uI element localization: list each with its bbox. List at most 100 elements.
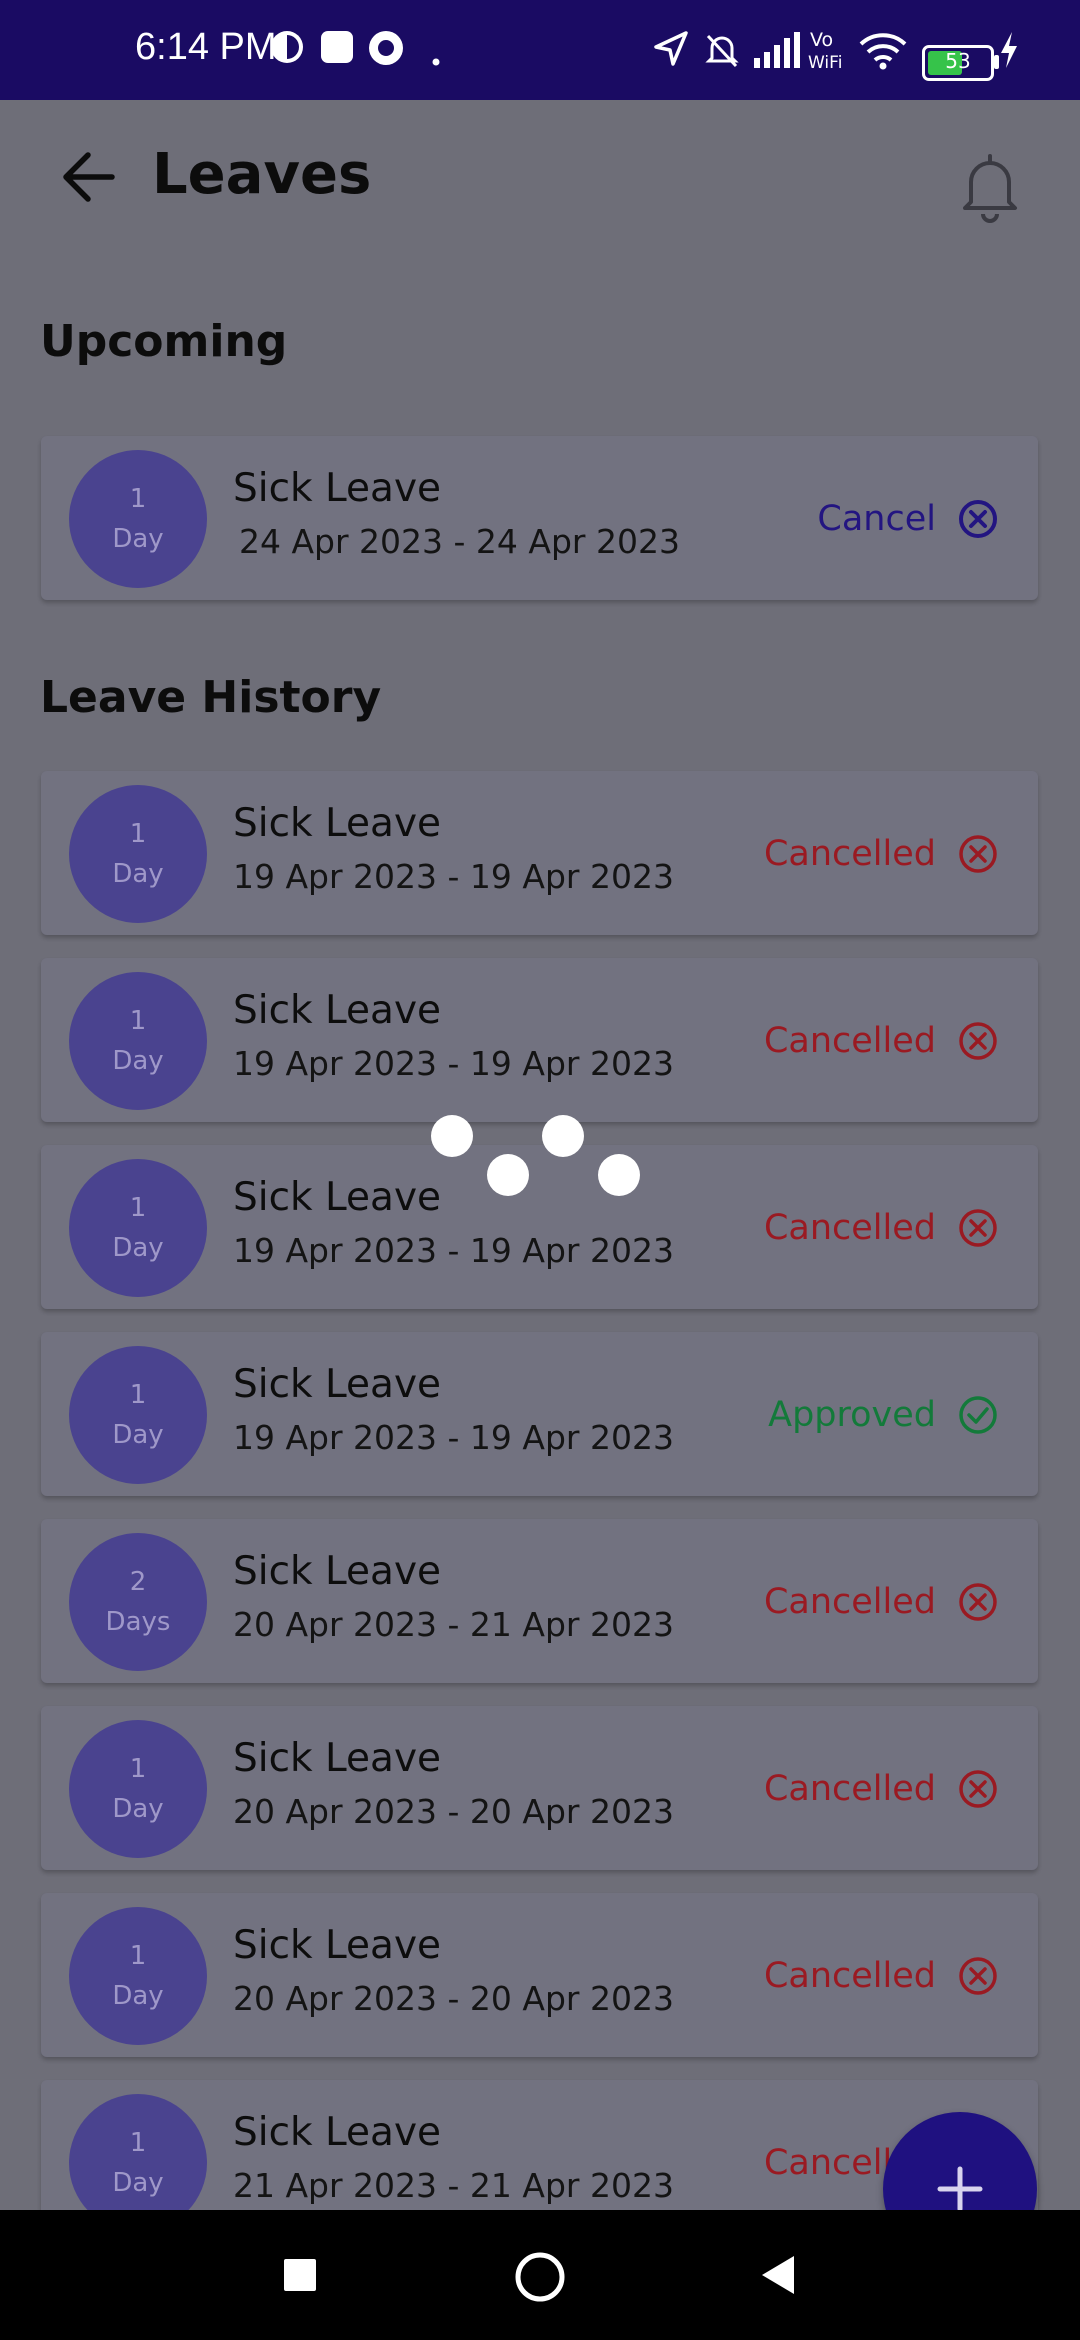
cancel-leave-button[interactable]: Cancel [817, 496, 998, 542]
leave-status: Cancelled [764, 1205, 998, 1251]
section-history-title: Leave History [40, 672, 382, 723]
leave-type: Sick Leave [233, 466, 442, 511]
leave-dates: 20 Apr 2023 - 20 Apr 2023 [233, 1792, 674, 1831]
leave-type: Sick Leave [233, 801, 442, 846]
leave-dates: 20 Apr 2023 - 20 Apr 2023 [233, 1979, 674, 2018]
leave-duration-count: 2 [129, 1567, 147, 1597]
leave-type: Sick Leave [233, 1736, 442, 1781]
leave-duration-badge: 1 Day [69, 972, 207, 1110]
back-arrow-icon[interactable] [50, 142, 130, 212]
leave-status-label: Approved [768, 1395, 936, 1435]
status-bar: 6:14 PM Vo WiFi 53 [0, 0, 1080, 100]
leave-duration-count: 1 [129, 819, 147, 849]
cancelled-circle-icon [959, 1957, 997, 1995]
leave-type: Sick Leave [233, 1362, 442, 1407]
leave-history-card[interactable]: 1 Day Sick Leave 19 Apr 2023 - 19 Apr 2023 A… [41, 1332, 1038, 1496]
home-button[interactable] [513, 2250, 567, 2304]
leave-type: Sick Leave [233, 2110, 442, 2155]
leave-history-card[interactable]: 1 Day Sick Leave 20 Apr 2023 - 20 Apr 2023 C… [41, 1706, 1038, 1870]
status-time: 6:14 PM [135, 26, 277, 68]
cancel-circle-icon [959, 500, 997, 538]
vowifi-icon: VoWiFi [808, 29, 842, 73]
leave-duration-badge: 1 Day [69, 2094, 207, 2210]
leave-dates: 19 Apr 2023 - 19 Apr 2023 [233, 1231, 674, 1270]
leave-duration-unit: Day [112, 1046, 164, 1076]
cancelled-circle-icon [959, 1583, 997, 1621]
leave-duration-badge: 2 Days [69, 1533, 207, 1671]
page-title: Leaves [152, 142, 372, 207]
leave-duration-count: 1 [129, 1380, 147, 1410]
leave-duration-count: 1 [129, 1754, 147, 1784]
cancelled-circle-icon [959, 1770, 997, 1808]
recent-apps-button[interactable] [282, 2257, 318, 2293]
signal-icon [754, 32, 800, 68]
leave-type: Sick Leave [233, 988, 442, 1033]
leave-duration-count: 1 [129, 1006, 147, 1036]
leave-duration-badge: 1 Day [69, 1720, 207, 1858]
bell-icon[interactable] [955, 148, 1025, 224]
leave-duration-unit: Day [112, 1794, 164, 1824]
leave-duration-unit: Day [112, 1233, 164, 1263]
leave-status: Cancelled [764, 831, 998, 877]
leave-dates: 20 Apr 2023 - 21 Apr 2023 [233, 1605, 674, 1644]
leave-status: Cancelled [764, 1579, 998, 1625]
back-button[interactable] [758, 2254, 798, 2296]
leave-status: Cancelled [764, 1953, 998, 1999]
system-navigation-bar [0, 2210, 1080, 2340]
leave-history-card[interactable]: 1 Day Sick Leave 19 Apr 2023 - 19 Apr 2023 C… [41, 771, 1038, 935]
leave-duration-unit: Day [112, 859, 164, 889]
leave-duration-unit: Day [112, 1981, 164, 2011]
leave-history-card[interactable]: 2 Days Sick Leave 20 Apr 2023 - 21 Apr 2023… [41, 1519, 1038, 1683]
leave-status-label: Cancelled [763, 1956, 936, 1996]
location-icon [654, 31, 688, 66]
leave-status: Approved [768, 1392, 998, 1438]
battery-level: 53 [945, 49, 971, 73]
upcoming-leave-card[interactable]: 1 Day Sick Leave 24 Apr 2023 - 24 Apr 20… [41, 436, 1038, 600]
leave-duration-badge: 1 Day [69, 1346, 207, 1484]
leave-status-label: Cancelled [763, 834, 936, 874]
leave-status-label: Cancelled [763, 1208, 936, 1248]
header: Leaves [0, 100, 1080, 255]
leave-dates: 19 Apr 2023 - 19 Apr 2023 [233, 1044, 674, 1083]
leave-duration-unit: Days [105, 1607, 171, 1637]
cancelled-circle-icon [959, 1209, 997, 1247]
leave-type: Sick Leave [233, 1923, 442, 1968]
leave-status: Cancelled [764, 1018, 998, 1064]
leave-duration-count: 1 [129, 484, 147, 514]
leave-duration-count: 1 [129, 1941, 147, 1971]
leave-status-label: Cancelled [763, 1582, 936, 1622]
leave-status-label: Cancelled [763, 1021, 936, 1061]
section-upcoming-title: Upcoming [40, 316, 288, 367]
leave-dates: 24 Apr 2023 - 24 Apr 2023 [239, 522, 680, 561]
leave-history-card[interactable]: 1 Day Sick Leave 19 Apr 2023 - 19 Apr 2023 C… [41, 958, 1038, 1122]
battery-icon: 53 [922, 45, 999, 81]
leave-status-label: Cancelled [763, 1769, 936, 1809]
cancelled-circle-icon [959, 1022, 997, 1060]
wifi-icon [859, 33, 907, 70]
leave-dates: 19 Apr 2023 - 19 Apr 2023 [233, 1418, 674, 1457]
leave-type: Sick Leave [233, 1549, 442, 1594]
leave-duration-unit: Day [112, 2168, 164, 2198]
leave-history-card[interactable]: 1 Day Sick Leave 19 Apr 2023 - 19 Apr 2023 C… [41, 1145, 1038, 1309]
leave-duration-unit: Day [112, 1420, 164, 1450]
mute-icon [705, 34, 739, 68]
leave-dates: 21 Apr 2023 - 21 Apr 2023 [233, 2166, 674, 2205]
app-notification-icon [369, 31, 403, 65]
cancel-label: Cancel [817, 499, 936, 539]
leave-duration-badge: 1 Day [69, 450, 207, 588]
leave-duration-badge: 1 Day [69, 785, 207, 923]
app-screen: Leaves Upcoming 1 Day Sick Leave 24 Apr … [0, 100, 1080, 2210]
approved-check-icon [959, 1396, 997, 1434]
svg-text:WiFi: WiFi [808, 53, 842, 73]
leave-history-card[interactable]: 1 Day Sick Leave 20 Apr 2023 - 20 Apr 2023 C… [41, 1893, 1038, 2057]
cancelled-circle-icon [959, 835, 997, 873]
charging-icon [1001, 32, 1017, 68]
leave-type: Sick Leave [233, 1175, 442, 1220]
app-notification-icon [321, 31, 353, 63]
leave-status: Cancelled [764, 1766, 998, 1812]
svg-text:Vo: Vo [810, 29, 833, 51]
leave-dates: 19 Apr 2023 - 19 Apr 2023 [233, 857, 674, 896]
leave-duration-count: 1 [129, 2128, 147, 2158]
more-notifications-dot-icon [432, 58, 440, 66]
leave-duration-badge: 1 Day [69, 1159, 207, 1297]
